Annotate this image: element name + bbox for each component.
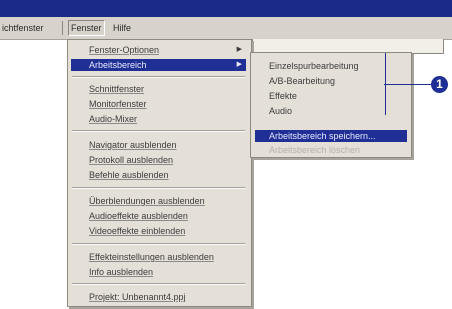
menu-item-label: Fenster-Optionen — [89, 45, 160, 55]
menu-separator — [72, 243, 245, 245]
menu-fenster[interactable]: Fenster — [68, 20, 105, 36]
menu-item-projekt[interactable]: Projekt: Unbenannt4.ppj — [71, 291, 246, 303]
menu-item-videoeffekte[interactable]: Videoeffekte einblenden — [71, 225, 246, 237]
menu-hilfe[interactable]: Hilfe — [113, 22, 131, 34]
menu-item-ueberblendungen[interactable]: Überblendungen ausblenden — [71, 195, 246, 207]
menu-item-info[interactable]: Info ausblenden — [71, 266, 246, 278]
menu-item-audio-mixer[interactable]: Audio-Mixer — [71, 113, 246, 125]
menu-item-befehle[interactable]: Befehle ausblenden — [71, 169, 246, 181]
menu-fenster-prev[interactable]: ichtfenster — [2, 22, 44, 34]
menu-item-audioeffekte[interactable]: Audioeffekte ausblenden — [71, 210, 246, 222]
menu-item-fenster-optionen[interactable]: Fenster-Optionen ▶ — [71, 44, 246, 56]
title-bar — [0, 0, 452, 17]
callout-line — [384, 84, 432, 85]
submenu-arrow-icon: ▶ — [236, 46, 242, 53]
menu-item-schnittfenster[interactable]: Schnittfenster — [71, 83, 246, 95]
menu-separator — [62, 21, 63, 35]
menu-separator — [72, 76, 245, 78]
submenu-item-loeschen: Arbeitsbereich löschen — [269, 145, 361, 155]
menu-item-arbeitsbereich[interactable]: Arbeitsbereich ▶ — [71, 59, 246, 71]
menu-separator — [72, 130, 245, 132]
menu-separator — [72, 283, 245, 285]
menu-item-effekteinstellungen[interactable]: Effekteinstellungen ausblenden — [71, 251, 246, 263]
submenu-arrow-icon: ▶ — [236, 61, 242, 68]
menu-separator — [72, 187, 245, 189]
arbeitsbereich-submenu: Einzelspurbearbeitung A/B-Bearbeitung Ef… — [250, 52, 412, 158]
menu-item-monitorfenster[interactable]: Monitorfenster — [71, 98, 246, 110]
fenster-menu: Fenster-Optionen ▶ Arbeitsbereich ▶ Schn… — [67, 39, 252, 307]
callout-number-badge: 1 — [431, 76, 448, 93]
menu-item-label: Arbeitsbereich — [89, 60, 147, 70]
submenu-item-speichern[interactable]: Arbeitsbereich speichern... — [255, 130, 407, 142]
menu-item-protokoll[interactable]: Protokoll ausblenden — [71, 154, 246, 166]
menu-item-navigator[interactable]: Navigator ausblenden — [71, 139, 246, 151]
menu-bar: ichtfenster Fenster Hilfe — [0, 17, 452, 40]
